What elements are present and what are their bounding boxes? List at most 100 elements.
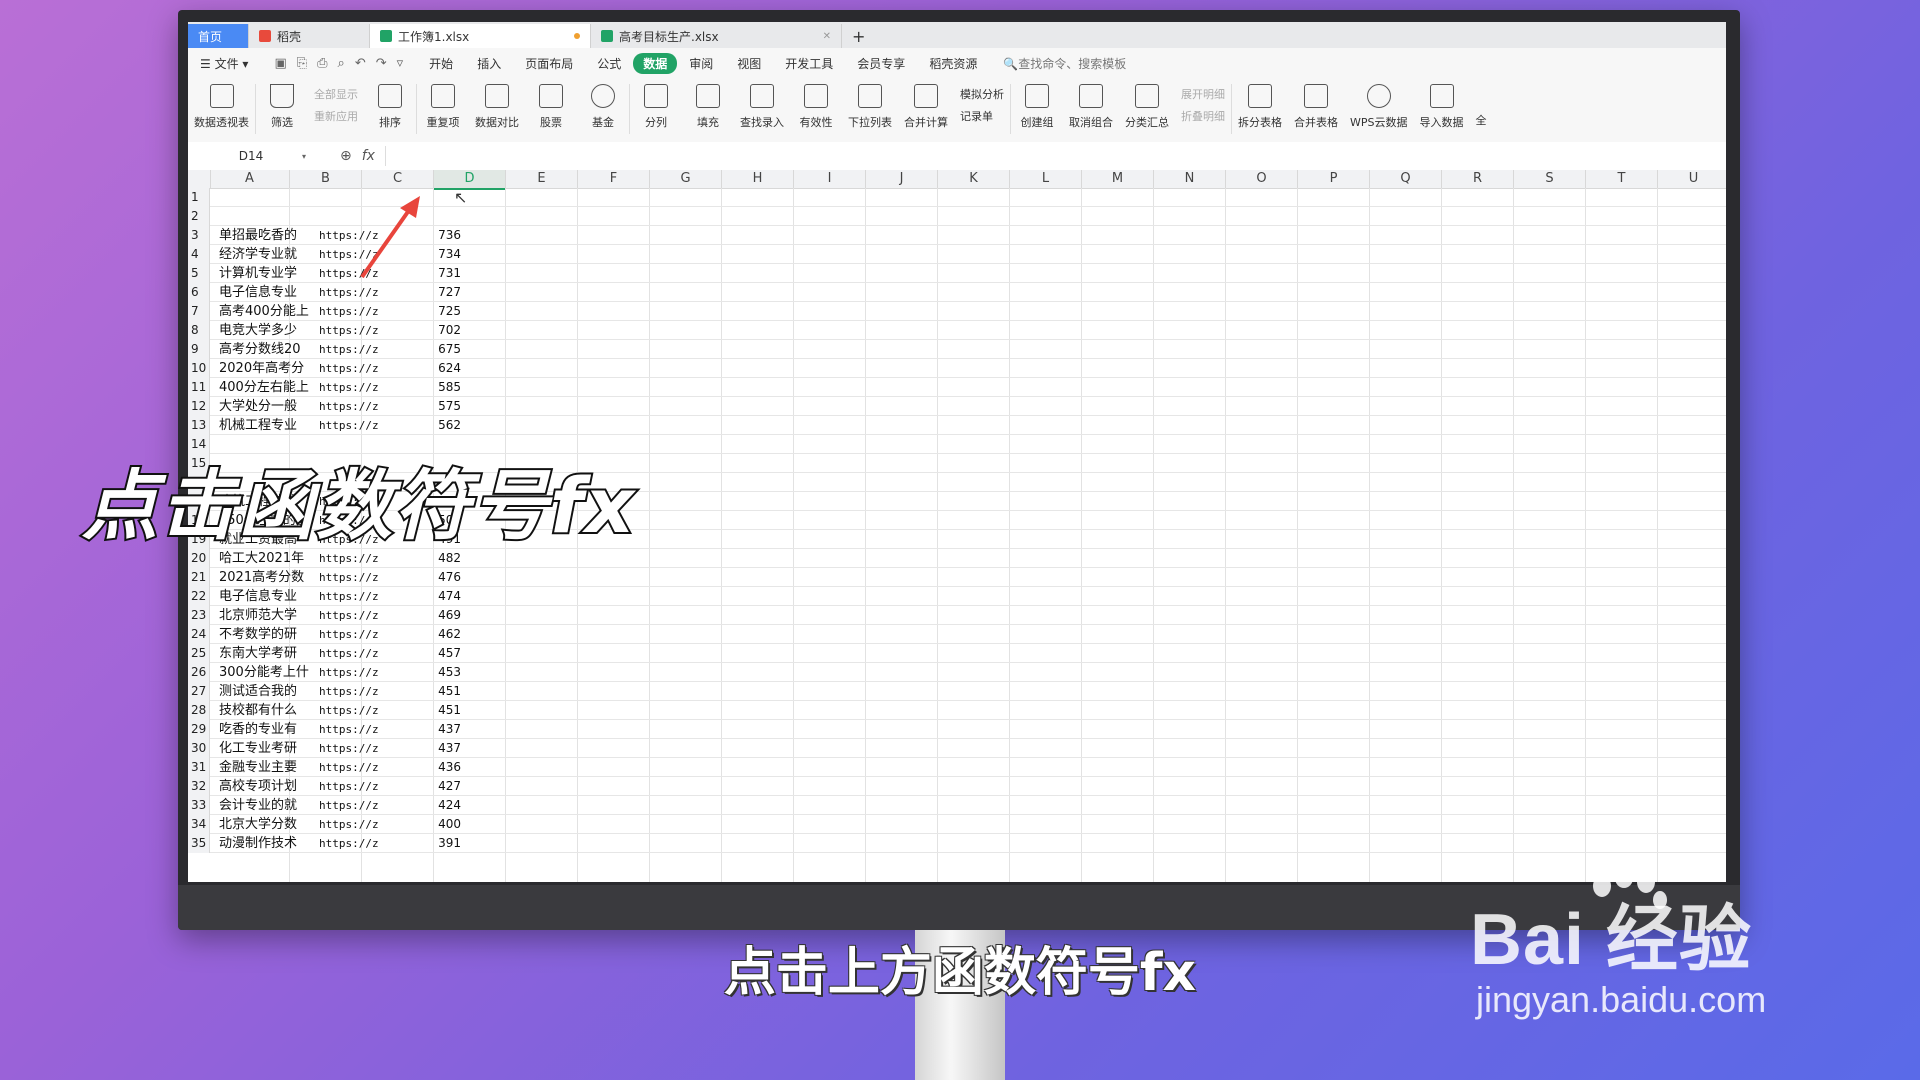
cell-b[interactable]: https://z: [319, 283, 390, 302]
cell-c[interactable]: 675: [391, 340, 461, 359]
cell-a[interactable]: 不考数学的研: [219, 625, 318, 644]
cell-a[interactable]: 高校专项计划: [219, 777, 318, 796]
cell-b[interactable]: https://z: [319, 587, 390, 606]
row-header[interactable]: 11: [188, 378, 210, 397]
cell-b[interactable]: https://z: [319, 682, 390, 701]
split-table-button[interactable]: 拆分表格: [1232, 78, 1288, 130]
row-header[interactable]: 7: [188, 302, 210, 321]
cell-a[interactable]: 电子信息专业: [219, 587, 318, 606]
cell-c[interactable]: 424: [391, 796, 461, 815]
row-header[interactable]: 23: [188, 606, 210, 625]
cell-a[interactable]: 化工专业考研: [219, 739, 318, 758]
cell-c[interactable]: 585: [391, 378, 461, 397]
row-header[interactable]: 12: [188, 397, 210, 416]
row-header[interactable]: 9: [188, 340, 210, 359]
cell-c[interactable]: 427: [391, 777, 461, 796]
cell-b[interactable]: https://z: [319, 625, 390, 644]
column-header-n[interactable]: N: [1154, 170, 1226, 188]
cell-b[interactable]: https://z: [319, 720, 390, 739]
cell-b[interactable]: https://z: [319, 739, 390, 758]
cell-b[interactable]: https://z: [319, 416, 390, 435]
column-header-m[interactable]: M: [1082, 170, 1154, 188]
menu-formula[interactable]: 公式: [585, 55, 633, 72]
cell-b[interactable]: https://z: [319, 359, 390, 378]
column-header-t[interactable]: T: [1586, 170, 1658, 188]
row-header[interactable]: 21: [188, 568, 210, 587]
row-header[interactable]: 26: [188, 663, 210, 682]
column-header-k[interactable]: K: [938, 170, 1010, 188]
cell-c[interactable]: 575: [391, 397, 461, 416]
cell-c[interactable]: 451: [391, 701, 461, 720]
row-header[interactable]: 22: [188, 587, 210, 606]
undo-icon[interactable]: ↶: [355, 56, 366, 71]
chevron-down-icon[interactable]: ▾: [302, 152, 306, 161]
column-header-l[interactable]: L: [1010, 170, 1082, 188]
column-header-b[interactable]: B: [290, 170, 362, 188]
cell-b[interactable]: https://z: [319, 568, 390, 587]
cell-b[interactable]: https://z: [319, 606, 390, 625]
duplicates-button[interactable]: 重复项: [417, 78, 469, 130]
column-header-q[interactable]: Q: [1370, 170, 1442, 188]
collapse-detail-button[interactable]: 折叠明细: [1181, 108, 1225, 124]
cell-a[interactable]: 北京大学分数: [219, 815, 318, 834]
show-all-button[interactable]: 全部显示: [314, 86, 358, 102]
cell-c[interactable]: 391: [391, 834, 461, 853]
cell-c[interactable]: 451: [391, 682, 461, 701]
column-header-i[interactable]: I: [794, 170, 866, 188]
cell-b[interactable]: https://z: [319, 758, 390, 777]
row-header[interactable]: 13: [188, 416, 210, 435]
column-header-c[interactable]: C: [362, 170, 434, 188]
command-search[interactable]: 🔍查找命令、搜索模板: [989, 55, 1126, 72]
cell-a[interactable]: 东南大学考研: [219, 644, 318, 663]
cell-a[interactable]: 2020年高考分: [219, 359, 318, 378]
what-if-button[interactable]: 模拟分析: [960, 86, 1004, 102]
row-header[interactable]: 5: [188, 264, 210, 283]
stock-button[interactable]: 股票: [525, 78, 577, 130]
merge-calc-button[interactable]: 合并计算: [898, 78, 954, 130]
fund-button[interactable]: 基金: [577, 78, 629, 130]
tab-workbook1[interactable]: 工作簿1.xlsx: [370, 24, 591, 48]
cell-a[interactable]: 会计专业的就: [219, 796, 318, 815]
cell-c[interactable]: 453: [391, 663, 461, 682]
filter-button[interactable]: 筛选: [256, 78, 308, 130]
row-header[interactable]: 34: [188, 815, 210, 834]
cell-a[interactable]: 金融专业主要: [219, 758, 318, 777]
cell-c[interactable]: 400: [391, 815, 461, 834]
cell-a[interactable]: 计算机专业学: [219, 264, 318, 283]
cell-a[interactable]: 北京师范大学: [219, 606, 318, 625]
cell-a[interactable]: 高考400分能上: [219, 302, 318, 321]
tab-docer[interactable]: 稻壳: [249, 24, 370, 48]
column-header-j[interactable]: J: [866, 170, 938, 188]
cell-c[interactable]: 436: [391, 758, 461, 777]
column-header-d[interactable]: D: [434, 170, 506, 190]
record-form-button[interactable]: 记录单: [960, 108, 1004, 124]
cell-a[interactable]: 高考分数线20: [219, 340, 318, 359]
cell-a[interactable]: 技校都有什么: [219, 701, 318, 720]
row-header[interactable]: 29: [188, 720, 210, 739]
menu-docer-resources[interactable]: 稻壳资源: [917, 55, 989, 72]
cell-b[interactable]: https://z: [319, 777, 390, 796]
menu-developer[interactable]: 开发工具: [773, 55, 845, 72]
menu-member[interactable]: 会员专享: [845, 55, 917, 72]
wps-cloud-data-button[interactable]: WPS云数据: [1344, 78, 1414, 130]
fill-button[interactable]: 填充: [682, 78, 734, 130]
column-header-h[interactable]: H: [722, 170, 794, 188]
cell-c[interactable]: 624: [391, 359, 461, 378]
cell-a[interactable]: 2021高考分数: [219, 568, 318, 587]
fx-function-icon[interactable]: fx: [362, 148, 375, 164]
cell-c[interactable]: 457: [391, 644, 461, 663]
split-column-button[interactable]: 分列: [630, 78, 682, 130]
zoom-icon[interactable]: ⊕: [340, 148, 352, 164]
import-data-button[interactable]: 导入数据: [1414, 78, 1470, 130]
cell-b[interactable]: https://z: [319, 815, 390, 834]
sort-button[interactable]: 排序: [364, 78, 416, 130]
cell-c[interactable]: 702: [391, 321, 461, 340]
cell-b[interactable]: https://z: [319, 663, 390, 682]
cell-b[interactable]: https://z: [319, 378, 390, 397]
save-icon[interactable]: ▣: [274, 56, 286, 71]
column-header-u[interactable]: U: [1658, 170, 1726, 188]
cell-b[interactable]: https://z: [319, 834, 390, 853]
cell-a[interactable]: 测试适合我的: [219, 682, 318, 701]
column-header-p[interactable]: P: [1298, 170, 1370, 188]
cell-a[interactable]: 电竞大学多少: [219, 321, 318, 340]
